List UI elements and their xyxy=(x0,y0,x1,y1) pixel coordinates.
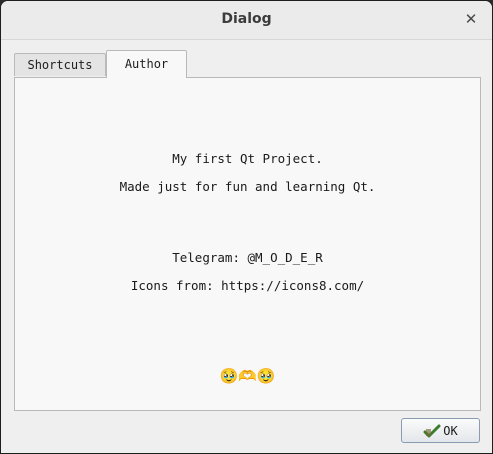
dialog-window: Dialog ✕ Shortcuts Author My first Qt Pr… xyxy=(0,0,493,454)
emoji-row: 🥹🫶🥹 xyxy=(219,367,276,385)
tab-shortcuts[interactable]: Shortcuts xyxy=(14,53,106,76)
ok-button-label: OK xyxy=(443,423,458,438)
ok-check-icon xyxy=(423,423,441,439)
purpose-text: Made just for fun and learning Qt. xyxy=(119,179,376,194)
close-icon[interactable]: ✕ xyxy=(462,10,480,28)
tab-author[interactable]: Author xyxy=(106,50,187,78)
project-description: My first Qt Project. xyxy=(172,151,323,166)
window-title: Dialog xyxy=(221,11,272,27)
icons-credit: Icons from: https://icons8.com/ xyxy=(130,278,365,293)
title-bar[interactable]: Dialog ✕ xyxy=(1,1,492,40)
author-tab-panel: My first Qt Project. Made just for fun a… xyxy=(14,77,481,411)
telegram-contact: Telegram: @M_O_D_E_R xyxy=(172,250,323,265)
ok-button[interactable]: OK xyxy=(401,418,480,443)
